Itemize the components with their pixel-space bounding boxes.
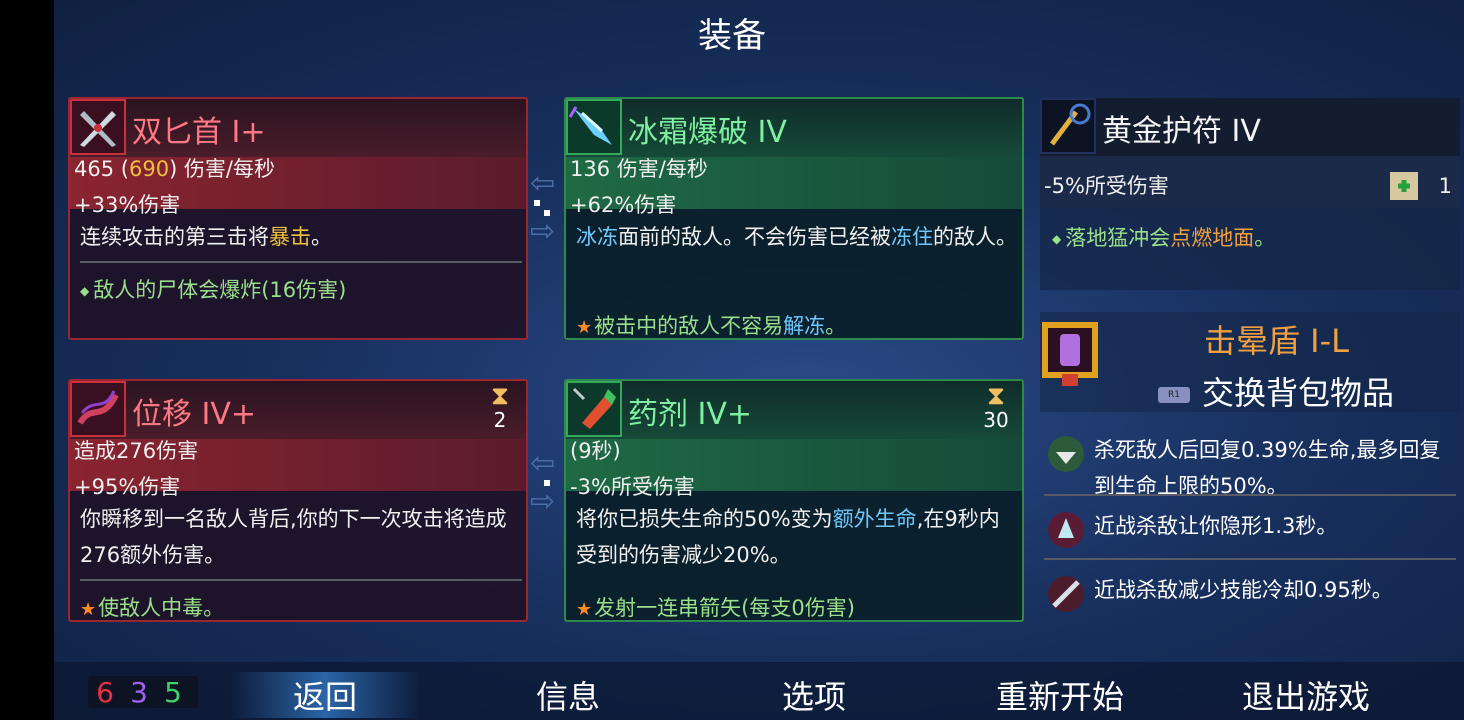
note-text: 使敌人中毒。 bbox=[98, 596, 225, 620]
link-connector: ⇦ ⇨ bbox=[530, 166, 566, 249]
arrow-left-icon: ⇦ bbox=[530, 446, 556, 481]
scroll-icon bbox=[1384, 166, 1424, 206]
back-button[interactable]: 返回 bbox=[230, 672, 420, 718]
desc-text: 将你已损失生命的50%变为 bbox=[576, 507, 833, 531]
cooldown-perk-icon bbox=[1044, 572, 1088, 616]
potion-icon bbox=[566, 381, 622, 437]
dps-bonus: 690 bbox=[128, 157, 170, 181]
desc-text: 面前的敌人。不会伤害已经被 bbox=[618, 225, 891, 249]
duration-line: (9秒) bbox=[570, 439, 621, 463]
tactics-count: 3 bbox=[130, 676, 148, 709]
bonus-line: +62%伤害 bbox=[570, 193, 677, 217]
survival-count: 5 bbox=[164, 676, 182, 709]
swap-backpack-button[interactable]: R1 交换背包物品 bbox=[1158, 368, 1394, 414]
arrow-left-icon: ⇦ bbox=[530, 166, 556, 201]
dps-paren-open: ( bbox=[114, 157, 129, 181]
page-title: 装备 bbox=[698, 16, 766, 56]
note-text-end: 。 bbox=[825, 314, 847, 338]
note-text-end: 。 bbox=[1254, 226, 1276, 250]
card-title: 药剂 IV+ bbox=[628, 397, 753, 432]
brutality-count: 6 bbox=[96, 676, 114, 709]
link-connector: ⇦ ⇨ bbox=[530, 446, 566, 519]
card-description: 冰冻面前的敌人。不会伤害已经被冻住的敌人。 bbox=[576, 219, 1018, 255]
scroll-count: 1 bbox=[1438, 174, 1452, 198]
perk-text: 近战杀敌减少技能冷却0.95秒。 bbox=[1094, 578, 1393, 602]
vampire-perk-icon bbox=[1044, 432, 1088, 476]
desc-keyword: 冻住 bbox=[891, 225, 933, 249]
left-letterbox bbox=[0, 0, 54, 720]
card-note: ★被击中的敌人不容易解冻。 bbox=[576, 310, 847, 338]
card-note: ★发射一连串箭矢(每支0伤害) bbox=[576, 592, 855, 620]
swap-label: 交换背包物品 bbox=[1202, 374, 1395, 412]
dps-value: 465 bbox=[74, 157, 115, 181]
card-title: 双匕首 I+ bbox=[132, 115, 266, 150]
amulet-panel[interactable]: 黄金护符 IV -5%所受伤害 1 ◆ 落地猛冲会点燃地面。 bbox=[1040, 98, 1460, 290]
card-description: 你瞬移到一名敌人背后,你的下一次攻击将造成276额外伤害。 bbox=[80, 507, 507, 567]
amulet-icon bbox=[1040, 98, 1096, 154]
options-button[interactable]: 选项 bbox=[746, 672, 882, 718]
twin-daggers-icon bbox=[70, 99, 126, 155]
bullet-icon: ◆ bbox=[80, 284, 90, 298]
note-text: 落地猛冲会 bbox=[1065, 226, 1171, 250]
desc-keyword: 冰冻 bbox=[576, 225, 618, 249]
card-description: 连续攻击的第三击将暴击。 bbox=[80, 219, 522, 255]
card-note: ◆ 敌人的尸体会爆炸(16伤害) bbox=[80, 274, 346, 304]
blink-icon bbox=[70, 381, 126, 437]
quit-button[interactable]: 退出游戏 bbox=[1218, 672, 1394, 718]
damage-line: 造成276伤害 bbox=[74, 439, 199, 463]
note-keyword: 解冻 bbox=[783, 314, 826, 338]
card-blink[interactable]: 位移 IV+ ⧗ 2 造成276伤害 +95%伤害 你瞬移到一名敌人背后,你的下… bbox=[68, 379, 528, 622]
charge-count: 2 bbox=[493, 408, 507, 432]
divider bbox=[1044, 558, 1456, 560]
desc-highlight: 暴击 bbox=[269, 225, 311, 249]
card-note: ★使敌人中毒。 bbox=[80, 592, 225, 620]
divider bbox=[1044, 494, 1456, 496]
charge-count: 30 bbox=[983, 408, 1009, 432]
bonus-line: +95%伤害 bbox=[74, 475, 181, 499]
ice-blast-icon bbox=[566, 99, 622, 155]
dps-line: 465 (690) 伤害/每秒 bbox=[74, 153, 275, 183]
bonus-line: +33%伤害 bbox=[74, 193, 181, 217]
shield-panel[interactable]: 击晕盾 I-L R1 交换背包物品 bbox=[1040, 312, 1460, 412]
note-text: 敌人的尸体会爆炸(16伤害) bbox=[93, 278, 347, 302]
perk-text: 近战杀敌让你隐形1.3秒。 bbox=[1094, 514, 1338, 538]
scroll-counts: 635 bbox=[88, 676, 198, 709]
card-title: 冰霜爆破 IV bbox=[628, 115, 787, 150]
star-icon: ★ bbox=[80, 599, 97, 620]
card-potion[interactable]: 药剂 IV+ ⧗ 30 (9秒) -3%所受伤害 将你已损失生命的50%变为额外… bbox=[564, 379, 1024, 622]
star-icon: ★ bbox=[576, 599, 593, 620]
dps-paren-close: ) 伤害/每秒 bbox=[169, 157, 276, 181]
note-text: 被击中的敌人不容易 bbox=[594, 314, 784, 338]
r1-button-icon: R1 bbox=[1158, 387, 1190, 403]
cooldown-indicator: ⧗ 2 bbox=[480, 381, 520, 432]
amulet-note: ◆ 落地猛冲会点燃地面。 bbox=[1052, 222, 1275, 252]
card-description: 将你已损失生命的50%变为额外生命,在9秒内受到的伤害减少20%。 bbox=[576, 501, 1018, 573]
card-twin-daggers[interactable]: 双匕首 I+ 465 (690) 伤害/每秒 +33%伤害 连续攻击的第三击将暴… bbox=[68, 97, 528, 340]
note-text: 发射一连串箭矢(每支0伤害) bbox=[594, 596, 855, 620]
bullet-icon: ◆ bbox=[1052, 232, 1062, 246]
card-ice-blast[interactable]: 冰霜爆破 IV 136 伤害/每秒 +62%伤害 冰冻面前的敌人。不会伤害已经被… bbox=[564, 97, 1024, 340]
divider bbox=[80, 261, 522, 263]
amulet-title: 黄金护符 IV bbox=[1102, 114, 1261, 149]
divider bbox=[80, 579, 522, 581]
arrow-right-icon: ⇨ bbox=[530, 214, 556, 249]
desc-keyword: 额外生命 bbox=[832, 507, 917, 531]
cooldown-indicator: ⧗ 30 bbox=[976, 381, 1016, 432]
star-icon: ★ bbox=[576, 317, 593, 338]
note-keyword: 点燃地面 bbox=[1170, 226, 1255, 250]
restart-button[interactable]: 重新开始 bbox=[972, 672, 1148, 718]
bonus-line: -3%所受伤害 bbox=[570, 475, 695, 499]
dps-line: 136 伤害/每秒 bbox=[570, 157, 708, 181]
desc-text: 连续攻击的第三击将 bbox=[80, 225, 269, 249]
arrow-right-icon: ⇨ bbox=[530, 484, 556, 519]
desc-text: 的敌人。 bbox=[933, 225, 1017, 249]
shield-icon bbox=[1040, 318, 1100, 386]
invisibility-perk-icon bbox=[1044, 508, 1088, 552]
desc-text-end: 。 bbox=[311, 225, 332, 249]
info-button[interactable]: 信息 bbox=[500, 672, 636, 718]
shield-title: 击晕盾 I-L bbox=[1204, 322, 1349, 360]
card-title: 位移 IV+ bbox=[132, 397, 257, 432]
amulet-stat: -5%所受伤害 bbox=[1044, 174, 1169, 198]
